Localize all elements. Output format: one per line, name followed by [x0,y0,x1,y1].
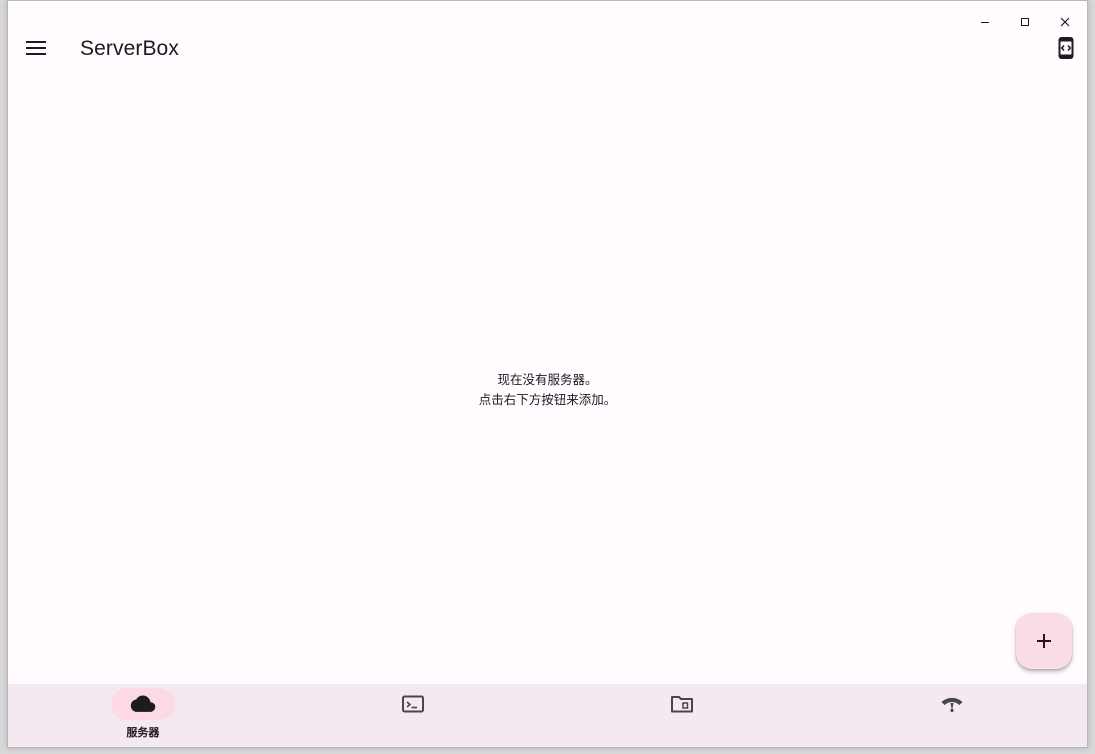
code-braces-icon [1058,37,1074,59]
empty-state-line-2: 点击右下方按钮来添加。 [478,392,617,407]
menu-button[interactable] [22,34,50,62]
network-icon [941,697,963,713]
add-server-fab[interactable] [1016,613,1072,669]
empty-state-line-1: 现在没有服务器。 [497,372,598,387]
nav-item-terminal[interactable] [278,684,548,747]
app-bar: ServerBox [8,27,1087,73]
maximize-icon [1021,18,1029,26]
app-window: ServerBox 现在没有服务器。 点击右下方按钮来添加。 服务器 [7,0,1088,748]
nav-item-label: 服务器 [126,726,160,739]
terminal-icon [401,695,424,713]
code-action-button[interactable] [1053,35,1079,61]
nav-active-indicator [110,688,175,720]
close-icon [1060,17,1070,27]
minimize-icon [981,22,989,23]
nav-item-files[interactable] [548,684,818,747]
bottom-navigation: 服务器 [8,684,1087,747]
folder-icon [671,696,694,713]
plus-icon [1037,634,1051,648]
empty-state-message: 现在没有服务器。 点击右下方按钮来添加。 [8,370,1087,410]
cloud-icon [130,695,156,712]
nav-item-network[interactable] [817,684,1087,747]
nav-item-servers[interactable]: 服务器 [8,684,278,747]
app-title: ServerBox [80,37,179,60]
menu-icon [26,41,46,55]
